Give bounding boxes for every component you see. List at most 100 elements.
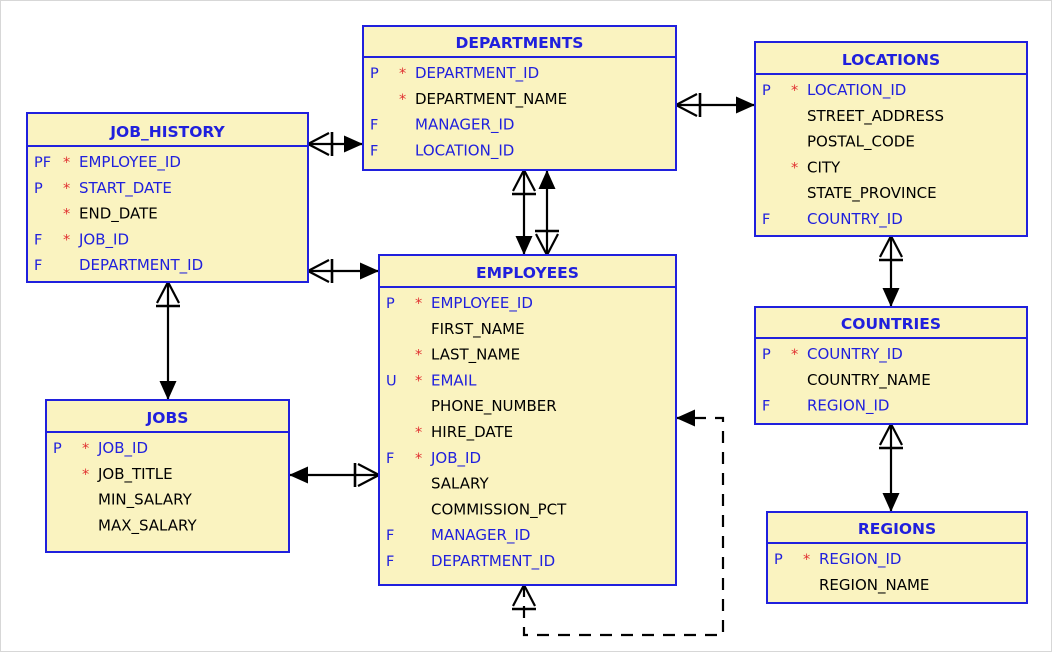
column-row: FIRST_NAME [431, 320, 525, 339]
mandatory-marker-icon: * [415, 296, 422, 312]
entity-title: JOBS [146, 409, 189, 427]
column-name: COUNTRY_ID [807, 210, 903, 229]
key-marker: F [386, 451, 394, 467]
relationship-departments-locations [675, 93, 755, 117]
column-name: STREET_ADDRESS [807, 107, 944, 126]
entity-jobs[interactable]: JOBS P * JOB_ID * JOB_TITLE MIN_SALARY MAX_SALA… [45, 399, 290, 553]
column-name: MAX_SALARY [98, 516, 197, 535]
column-name: JOB_TITLE [97, 465, 173, 484]
column-name: LAST_NAME [431, 346, 520, 365]
relationship-employees-departments-manager [535, 170, 559, 256]
column-name: LOCATION_ID [415, 141, 514, 160]
key-marker: F [370, 143, 378, 159]
column-name: DEPARTMENT_ID [415, 64, 539, 83]
mandatory-marker-icon: * [415, 373, 422, 389]
column-name: CITY [807, 158, 841, 176]
mandatory-marker-icon: * [82, 441, 89, 457]
key-marker: F [386, 554, 394, 570]
mandatory-marker-icon: * [63, 181, 70, 197]
key-marker: P [386, 296, 395, 312]
relationship-jobhistory-departments [307, 132, 363, 156]
mandatory-marker-icon: * [791, 83, 798, 99]
mandatory-marker-icon: * [63, 232, 70, 248]
mandatory-marker-icon: * [415, 425, 422, 441]
entity-employees[interactable]: EMPLOYEES P * EMPLOYEE_ID FIRST_NAME * LAST_NA… [378, 254, 677, 586]
column-row: REGION_NAME [819, 576, 929, 595]
key-marker: P [53, 441, 62, 457]
relationship-employees-jobs [289, 463, 380, 487]
entity-title: DEPARTMENTS [456, 34, 584, 52]
entity-regions[interactable]: REGIONS P * REGION_ID REGION_NAME [766, 511, 1028, 604]
column-name: LOCATION_ID [807, 81, 906, 100]
relationship-departments-employees-dept [512, 169, 536, 255]
key-marker: F [34, 232, 42, 248]
mandatory-marker-icon: * [415, 451, 422, 467]
column-row: * LAST_NAME [415, 346, 520, 365]
column-row: COUNTRY_NAME [807, 371, 931, 390]
mandatory-marker-icon: * [399, 66, 406, 82]
column-name: REGION_NAME [819, 576, 929, 595]
entity-title: REGIONS [858, 520, 936, 538]
key-marker: PF [34, 155, 51, 171]
column-name: REGION_ID [807, 397, 889, 416]
column-name: MANAGER_ID [415, 116, 514, 135]
column-row: STATE_PROVINCE [807, 184, 937, 203]
column-name: POSTAL_CODE [807, 133, 915, 152]
key-marker: P [762, 347, 771, 363]
er-diagram: JOB_HISTORYPF * EMPLOYEE_IDP * START_DATE* EN… [26, 25, 1028, 637]
key-marker: P [762, 83, 771, 99]
entity-title: JOB_HISTORY [109, 123, 225, 141]
column-row: MAX_SALARY [98, 516, 197, 535]
key-marker: P [774, 552, 783, 568]
entity-countries[interactable]: COUNTRIES P * COUNTRY_ID COUNTRY_NAME F REGION… [754, 306, 1028, 425]
key-marker: F [370, 118, 378, 134]
column-name: REGION_ID [819, 550, 901, 569]
column-name: MIN_SALARY [98, 491, 193, 510]
column-row: POSTAL_CODE [807, 133, 915, 152]
column-name: HIRE_DATE [431, 423, 513, 442]
column-name: SALARY [431, 475, 489, 493]
column-name: EMPLOYEE_ID [431, 294, 533, 313]
key-marker: F [386, 528, 394, 544]
entity-job_history[interactable]: JOB_HISTORY PF * EMPLOYEE_ID P * START_DATE * EN… [26, 112, 309, 283]
relationship-countries-regions [879, 423, 903, 512]
key-marker: U [386, 373, 397, 389]
key-marker: P [34, 181, 43, 197]
column-name: END_DATE [79, 205, 158, 224]
entity-departments[interactable]: DEPARTMENTS P * DEPARTMENT_ID * DEPARTMENT_NA… [362, 25, 677, 171]
column-row: STREET_ADDRESS [807, 107, 944, 126]
column-row: SALARY [431, 475, 489, 493]
column-name: JOB_ID [430, 449, 481, 468]
column-name: JOB_ID [78, 230, 129, 249]
entities-layer: JOB_HISTORYPF * EMPLOYEE_IDP * START_DATE* EN… [26, 25, 1028, 604]
column-row: * DEPARTMENT_NAME [399, 90, 567, 109]
column-row: PHONE_NUMBER [431, 397, 557, 416]
mandatory-marker-icon: * [415, 348, 422, 364]
entity-title: COUNTRIES [841, 315, 941, 333]
column-name: EMAIL [431, 371, 477, 389]
key-marker: F [762, 399, 770, 415]
relationship-jobhistory-jobs [156, 281, 180, 400]
mandatory-marker-icon: * [791, 347, 798, 363]
column-name: PHONE_NUMBER [431, 397, 557, 416]
mandatory-marker-icon: * [63, 207, 70, 223]
mandatory-marker-icon: * [399, 92, 406, 108]
column-row: COMMISSION_PCT [431, 500, 567, 519]
column-row: MIN_SALARY [98, 491, 193, 510]
mandatory-marker-icon: * [82, 467, 89, 483]
key-marker: F [762, 212, 770, 228]
entity-locations[interactable]: LOCATIONS P * LOCATION_ID STREET_ADDRESS POST… [754, 41, 1028, 237]
mandatory-marker-icon: * [791, 160, 798, 176]
column-name: COUNTRY_ID [807, 345, 903, 364]
column-name: DEPARTMENT_ID [79, 256, 203, 275]
relationship-jobhistory-employees [307, 259, 379, 283]
entity-title: EMPLOYEES [476, 264, 579, 282]
entity-title: LOCATIONS [842, 51, 940, 69]
er-diagram-canvas: JOB_HISTORY PF * EMPLOYEE_ID P * START_DATE * EN… [0, 0, 1052, 652]
column-name: COMMISSION_PCT [431, 500, 567, 519]
column-name: FIRST_NAME [431, 320, 525, 339]
key-marker: F [34, 258, 42, 274]
column-name: JOB_ID [97, 439, 148, 458]
column-name: STATE_PROVINCE [807, 184, 937, 203]
column-name: MANAGER_ID [431, 526, 530, 545]
